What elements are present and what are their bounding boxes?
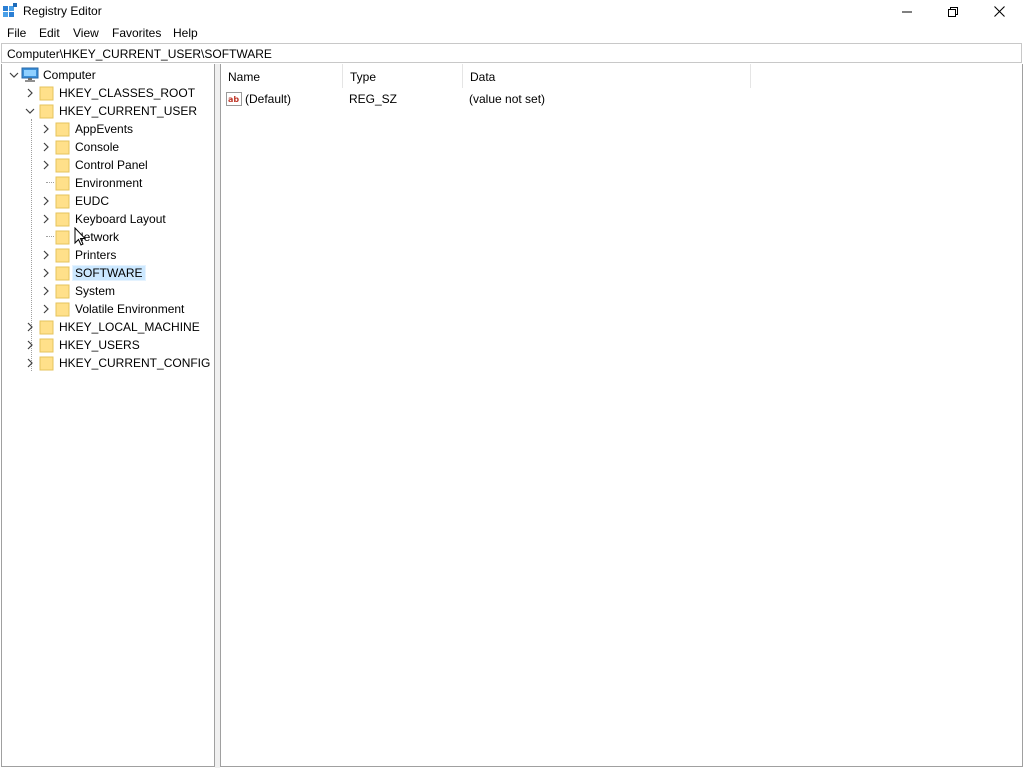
tree-item-hkey-classes-root[interactable]: HKEY_CLASSES_ROOT bbox=[2, 84, 214, 102]
registry-editor-window: Registry Editor File Edit View Favorites… bbox=[0, 0, 1024, 768]
column-header-label: Data bbox=[470, 70, 496, 84]
tree-label: Network bbox=[75, 230, 120, 244]
chevron-right-icon[interactable] bbox=[25, 340, 35, 350]
tree-item-hkey-users[interactable]: HKEY_USERS bbox=[2, 336, 214, 354]
minimize-button[interactable] bbox=[884, 0, 930, 23]
tree-label: HKEY_CLASSES_ROOT bbox=[59, 86, 196, 100]
tree-item-control-panel[interactable]: Control Panel bbox=[2, 156, 214, 174]
folder-icon bbox=[55, 284, 70, 299]
chevron-right-icon[interactable] bbox=[41, 124, 51, 134]
folder-icon bbox=[55, 194, 70, 209]
tree-label: Volatile Environment bbox=[75, 302, 185, 316]
tree-item-computer[interactable]: Computer bbox=[2, 66, 214, 84]
tree-item-printers[interactable]: Printers bbox=[2, 246, 214, 264]
tree-label: EUDC bbox=[75, 194, 110, 208]
tree-label: HKEY_CURRENT_CONFIG bbox=[59, 356, 211, 370]
menu-favorites[interactable]: Favorites bbox=[112, 26, 161, 40]
tree-item-system[interactable]: System bbox=[2, 282, 214, 300]
chevron-right-icon[interactable] bbox=[41, 214, 51, 224]
chevron-down-icon[interactable] bbox=[9, 70, 19, 80]
tree-label: HKEY_CURRENT_USER bbox=[59, 104, 198, 118]
minimize-icon bbox=[902, 11, 912, 12]
restore-button[interactable] bbox=[930, 0, 976, 23]
tree-label: Computer bbox=[43, 68, 96, 82]
folder-icon bbox=[39, 86, 54, 101]
chevron-right-icon[interactable] bbox=[41, 268, 51, 278]
folder-icon bbox=[39, 356, 54, 371]
chevron-right-icon[interactable] bbox=[41, 250, 51, 260]
chevron-down-icon[interactable] bbox=[25, 106, 35, 116]
value-name: (Default) bbox=[245, 92, 292, 106]
chevron-right-icon[interactable] bbox=[25, 88, 35, 98]
tree-item-eudc[interactable]: EUDC bbox=[2, 192, 214, 210]
column-header-data[interactable]: Data bbox=[463, 64, 751, 88]
folder-icon bbox=[39, 104, 54, 119]
window-title: Registry Editor bbox=[23, 4, 102, 18]
folder-icon bbox=[55, 122, 70, 137]
menu-help[interactable]: Help bbox=[173, 26, 198, 40]
menu-edit[interactable]: Edit bbox=[39, 26, 60, 40]
close-icon bbox=[993, 6, 1005, 17]
tree-item-keyboard-layout[interactable]: Keyboard Layout bbox=[2, 210, 214, 228]
tree-label: Printers bbox=[75, 248, 117, 262]
tree-item-hkey-current-user[interactable]: HKEY_CURRENT_USER bbox=[2, 102, 214, 120]
value-row[interactable]: ab (Default) REG_SZ (value not set) bbox=[221, 90, 1022, 108]
tree-item-hkey-local-machine[interactable]: HKEY_LOCAL_MACHINE bbox=[2, 318, 214, 336]
tree-item-environment[interactable]: Environment bbox=[2, 174, 214, 192]
folder-icon bbox=[55, 230, 70, 245]
menu-bar: File Edit View Favorites Help bbox=[0, 23, 1024, 42]
folder-icon bbox=[39, 338, 54, 353]
tree-label: HKEY_LOCAL_MACHINE bbox=[59, 320, 200, 334]
svg-text:ab: ab bbox=[228, 95, 239, 104]
column-header-type[interactable]: Type bbox=[343, 64, 463, 88]
key-tree-pane[interactable]: Computer HKEY_CLASSES_ROOT HKEY_CURRENT_… bbox=[1, 64, 215, 767]
tree-label: Control Panel bbox=[75, 158, 148, 172]
chevron-right-icon[interactable] bbox=[25, 358, 35, 368]
chevron-right-icon[interactable] bbox=[41, 142, 51, 152]
tree-item-software[interactable]: SOFTWARE bbox=[2, 264, 214, 282]
menu-file[interactable]: File bbox=[7, 26, 26, 40]
folder-icon bbox=[55, 248, 70, 263]
folder-icon bbox=[55, 158, 70, 173]
tree-item-hkey-current-config[interactable]: HKEY_CURRENT_CONFIG bbox=[2, 354, 214, 372]
chevron-right-icon[interactable] bbox=[41, 196, 51, 206]
chevron-right-icon[interactable] bbox=[25, 322, 35, 332]
title-bar[interactable]: Registry Editor bbox=[0, 0, 1024, 23]
chevron-right-icon[interactable] bbox=[41, 160, 51, 170]
tree-label-selected: SOFTWARE bbox=[72, 265, 146, 281]
column-header-name[interactable]: Name bbox=[221, 64, 343, 88]
folder-icon bbox=[55, 212, 70, 227]
restore-icon bbox=[948, 6, 958, 17]
value-data: (value not set) bbox=[469, 92, 546, 106]
tree-label: HKEY_USERS bbox=[59, 338, 140, 352]
close-button[interactable] bbox=[976, 0, 1022, 23]
tree-item-console[interactable]: Console bbox=[2, 138, 214, 156]
folder-icon bbox=[39, 320, 54, 335]
tree-item-network[interactable]: Network bbox=[2, 228, 214, 246]
registry-editor-icon bbox=[3, 3, 17, 17]
tree-label: System bbox=[75, 284, 116, 298]
column-header-label: Type bbox=[350, 70, 377, 84]
tree-label: Environment bbox=[75, 176, 143, 190]
menu-view[interactable]: View bbox=[73, 26, 99, 40]
folder-icon bbox=[55, 140, 70, 155]
tree-label: Keyboard Layout bbox=[75, 212, 166, 226]
values-list-pane[interactable]: Name Type Data ab (Default) REG_SZ (valu… bbox=[220, 64, 1023, 767]
folder-icon bbox=[55, 176, 70, 191]
computer-icon bbox=[21, 67, 39, 82]
tree-item-volatile-environment[interactable]: Volatile Environment bbox=[2, 300, 214, 318]
tree-label: AppEvents bbox=[75, 122, 134, 136]
address-bar[interactable]: Computer\HKEY_CURRENT_USER\SOFTWARE bbox=[1, 43, 1022, 63]
chevron-right-icon[interactable] bbox=[41, 286, 51, 296]
folder-icon bbox=[55, 266, 70, 281]
tree-label: Console bbox=[75, 140, 120, 154]
chevron-right-icon[interactable] bbox=[41, 304, 51, 314]
string-value-icon: ab bbox=[226, 92, 242, 106]
column-header-label: Name bbox=[228, 70, 261, 84]
address-path[interactable]: Computer\HKEY_CURRENT_USER\SOFTWARE bbox=[7, 47, 272, 61]
tree-item-appevents[interactable]: AppEvents bbox=[2, 120, 214, 138]
folder-icon bbox=[55, 302, 70, 317]
value-type: REG_SZ bbox=[349, 92, 398, 106]
